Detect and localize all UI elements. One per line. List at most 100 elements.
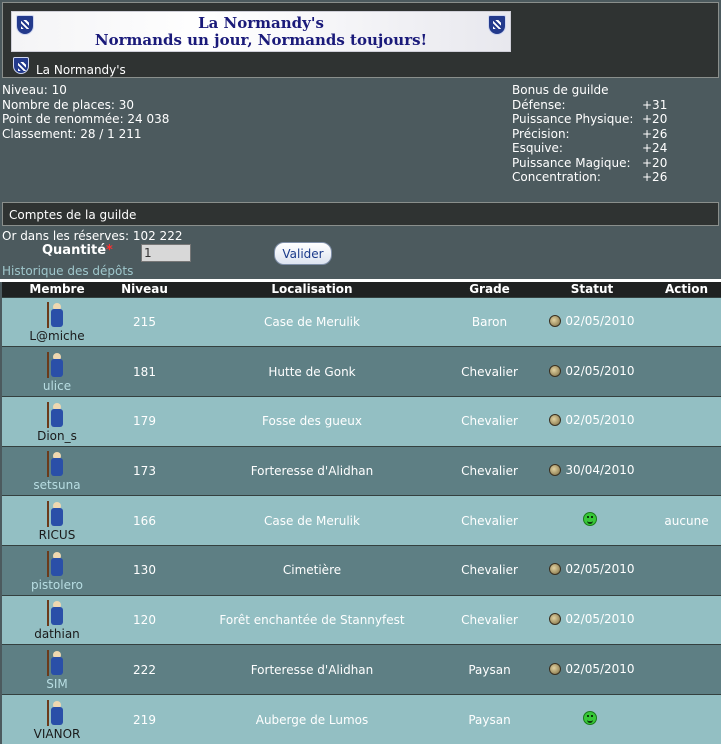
member-name[interactable]: setsuna (2, 479, 112, 492)
column-header-location[interactable]: Localisation (177, 282, 447, 297)
member-location: Forteresse d'Alidhan (177, 644, 447, 695)
bonus-value: +31 (642, 97, 668, 112)
table-row: SIM 222 Forteresse d'Alidhan Paysan 02/05/20… (2, 644, 721, 695)
member-cell: dathian (2, 594, 112, 645)
member-action (652, 594, 721, 645)
status-wrap: 02/05/2010 (549, 413, 635, 427)
accounts-title: Comptes de la guilde (9, 208, 137, 222)
bonus-row: Concentration: +26 (512, 170, 667, 185)
table-row: VIANOR 219 Auberge de Lumos Paysan (2, 694, 721, 744)
member-name[interactable]: Dion_s (2, 429, 112, 443)
bonus-row: Puissance Magique: +20 (512, 156, 667, 171)
member-action (652, 694, 721, 744)
member-grade: Paysan (447, 694, 532, 744)
column-header-level[interactable]: Niveau (112, 282, 177, 297)
avatar[interactable] (42, 300, 72, 330)
guild-level: Niveau: 10 (2, 83, 67, 97)
member-cell: ulice (2, 346, 112, 397)
member-name[interactable]: L@miche (2, 330, 112, 343)
guild-bonus: Bonus de guilde Défense: +31 Puissance Ph… (512, 83, 667, 185)
bonus-value: +24 (642, 141, 668, 155)
member-status: 02/05/2010 (532, 544, 652, 596)
staff-icon (47, 352, 49, 379)
avatar[interactable] (42, 648, 72, 678)
member-name[interactable]: ulice (2, 380, 112, 393)
member-location: Cimetière (177, 544, 447, 596)
table-header-row: Membre Niveau Localisation Grade Statut … (2, 282, 721, 297)
avatar[interactable] (42, 549, 72, 579)
staff-icon (47, 550, 49, 577)
moon-icon (549, 463, 562, 476)
member-action (652, 445, 721, 496)
body-icon (51, 508, 63, 527)
member-action: aucune (652, 495, 721, 546)
member-cell: SIM (2, 644, 112, 695)
avatar[interactable] (42, 400, 72, 430)
bonus-label: Esquive: (512, 141, 563, 155)
member-location: Case de Merulik (177, 296, 447, 347)
quantity-label: Quantité* (42, 243, 113, 258)
moon-icon (549, 414, 562, 427)
accounts-section-header: Comptes de la guilde (2, 202, 719, 226)
member-grade: Chevalier (447, 594, 532, 645)
status-wrap: 02/05/2010 (549, 662, 635, 676)
status-date: 02/05/2010 (565, 562, 635, 577)
body-icon (51, 607, 63, 626)
avatar[interactable] (42, 449, 72, 479)
guild-banner: La Normandy's Normands un jour, Normands… (11, 11, 511, 52)
member-action (652, 644, 721, 695)
quantity-input[interactable] (141, 244, 191, 262)
member-level: 130 (112, 544, 177, 596)
member-status: 02/05/2010 (532, 594, 652, 645)
bonus-label: Concentration: (512, 170, 601, 184)
status-date: 02/05/2010 (565, 363, 635, 378)
member-location: Hutte de Gonk (177, 346, 447, 397)
body-icon (51, 557, 63, 576)
column-header-member[interactable]: Membre (2, 282, 112, 297)
member-level: 179 (112, 395, 177, 447)
member-location: Case de Merulik (177, 495, 447, 546)
body-icon (51, 408, 63, 427)
member-name[interactable]: dathian (2, 628, 112, 641)
deposit-history-link[interactable]: Historique des dépôts (2, 264, 133, 278)
staff-icon (47, 451, 49, 478)
avatar[interactable] (42, 598, 72, 628)
shield-icon (488, 15, 506, 35)
bonus-title: Bonus de guilde (512, 83, 609, 97)
guild-stats: Niveau: 10 Nombre de places: 30 Point de… (2, 83, 169, 141)
member-name[interactable]: SIM (2, 678, 112, 691)
bonus-label: Défense: (512, 97, 566, 112)
member-status (532, 694, 652, 744)
body-icon (51, 458, 63, 477)
table-row: L@miche 215 Case de Merulik Baron 02/05/2010 (2, 296, 721, 347)
avatar[interactable] (42, 698, 72, 728)
body-icon (51, 707, 63, 726)
member-level: 181 (112, 346, 177, 397)
submit-button[interactable]: Valider (274, 242, 332, 265)
member-name[interactable]: RICUS (2, 529, 112, 542)
guild-places: Nombre de places: 30 (2, 97, 134, 112)
member-level: 222 (112, 644, 177, 695)
member-status: 02/05/2010 (532, 296, 652, 347)
member-name[interactable]: VIANOR (2, 728, 112, 741)
body-icon (51, 359, 63, 378)
column-header-grade[interactable]: Grade (447, 282, 532, 297)
members-table: Membre Niveau Localisation Grade Statut … (2, 282, 721, 744)
avatar[interactable] (42, 350, 72, 380)
avatar[interactable] (42, 499, 72, 529)
moon-icon (549, 612, 562, 625)
table-row: Dion_s 179 Fosse des gueux Chevalier 02/05/2… (2, 395, 721, 447)
member-location: Fosse des gueux (177, 395, 447, 447)
status-wrap: 02/05/2010 (549, 314, 635, 328)
member-name[interactable]: pistolero (2, 578, 112, 592)
quantity-label-text: Quantité (42, 243, 107, 258)
smile-icon (583, 711, 597, 726)
column-header-status[interactable]: Statut (532, 282, 652, 297)
member-level: 120 (112, 594, 177, 645)
status-wrap: 02/05/2010 (549, 363, 635, 378)
moon-icon (549, 314, 562, 327)
member-location: Forteresse d'Alidhan (177, 445, 447, 496)
member-cell: VIANOR (2, 694, 112, 744)
bonus-label: Puissance Physique: (512, 112, 634, 126)
status-wrap: 02/05/2010 (549, 612, 635, 626)
